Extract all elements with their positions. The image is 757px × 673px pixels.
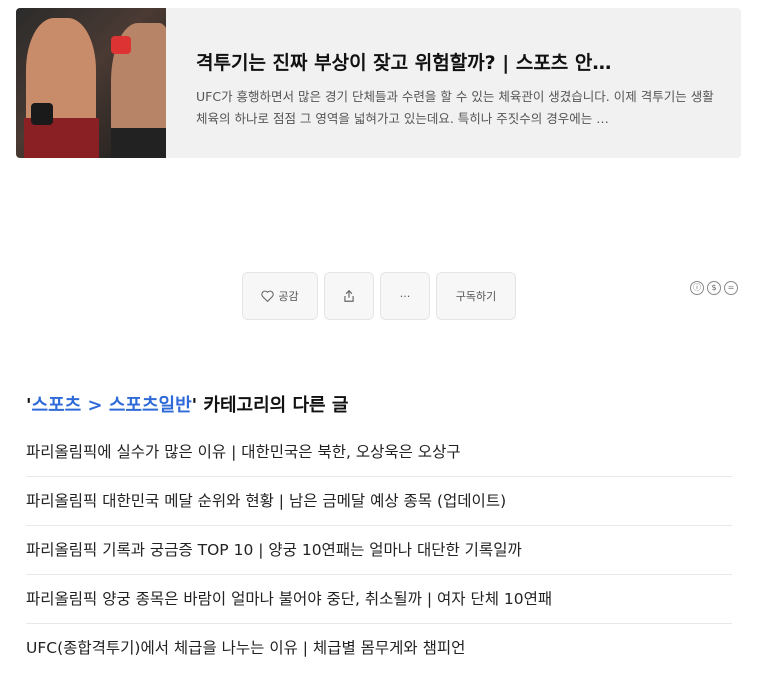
share-icon	[344, 289, 354, 302]
category-link-sports[interactable]: 스포츠	[32, 395, 82, 416]
noncommercial-icon[interactable]: $	[707, 281, 721, 295]
related-posts-list: 파리올림픽에 실수가 많은 이유 | 대한민국은 북한, 오상욱은 오상구 파리…	[26, 428, 732, 673]
category-link-general-sports[interactable]: 스포츠일반	[109, 395, 192, 416]
share-button[interactable]	[324, 272, 374, 320]
attribution-icon[interactable]: ⓘ	[690, 281, 704, 295]
post-actions: 공감 ··· 구독하기	[242, 272, 516, 320]
thumbnail-figure-part	[111, 128, 166, 158]
subscribe-button[interactable]: 구독하기	[436, 272, 516, 320]
related-posts-heading: '스포츠 > 스포츠일반' 카테고리의 다른 글	[26, 391, 348, 417]
related-post-link[interactable]: 파리올림픽 양궁 종목은 바람이 얼마나 불어야 중단, 취소될까 | 여자 단…	[26, 575, 732, 624]
thumbnail-glove	[111, 36, 131, 54]
post-card-title[interactable]: 격투기는 진짜 부상이 잦고 위험할까? | 스포츠 안…	[196, 48, 726, 75]
post-card-description: UFC가 흥행하면서 많은 경기 단체들과 수련을 할 수 있는 체육관이 생겼…	[196, 89, 714, 126]
related-post-link[interactable]: 파리올림픽 기록과 궁금증 TOP 10 | 양궁 10연패는 얼마나 대단한 …	[26, 526, 732, 575]
like-label: 공감	[278, 290, 299, 303]
thumbnail-glove	[31, 103, 53, 125]
related-post-link[interactable]: 파리올림픽에 실수가 많은 이유 | 대한민국은 북한, 오상욱은 오상구	[26, 428, 732, 477]
heading-suffix: ' 카테고리의 다른 글	[191, 395, 349, 416]
more-icon: ···	[399, 289, 411, 303]
heart-icon	[261, 290, 275, 302]
post-thumbnail[interactable]	[16, 8, 166, 158]
prev-post-card[interactable]: 격투기는 진짜 부상이 잦고 위험할까? | 스포츠 안… UFC가 흥행하면서…	[16, 8, 741, 158]
related-post-link[interactable]: UFC(종합격투기)에서 체급을 나누는 이유 | 체급별 몸무게와 챔피언	[26, 624, 732, 673]
more-button[interactable]: ···	[380, 272, 430, 320]
noderivatives-icon[interactable]: =	[724, 281, 738, 295]
related-post-link[interactable]: 파리올림픽 대한민국 메달 순위와 현황 | 남은 금메달 예상 종목 (업데이…	[26, 477, 732, 526]
license-icons: ⓘ $ =	[690, 281, 738, 295]
subscribe-label: 구독하기	[455, 290, 497, 303]
like-button[interactable]: 공감	[242, 272, 318, 320]
category-separator: >	[81, 395, 109, 416]
